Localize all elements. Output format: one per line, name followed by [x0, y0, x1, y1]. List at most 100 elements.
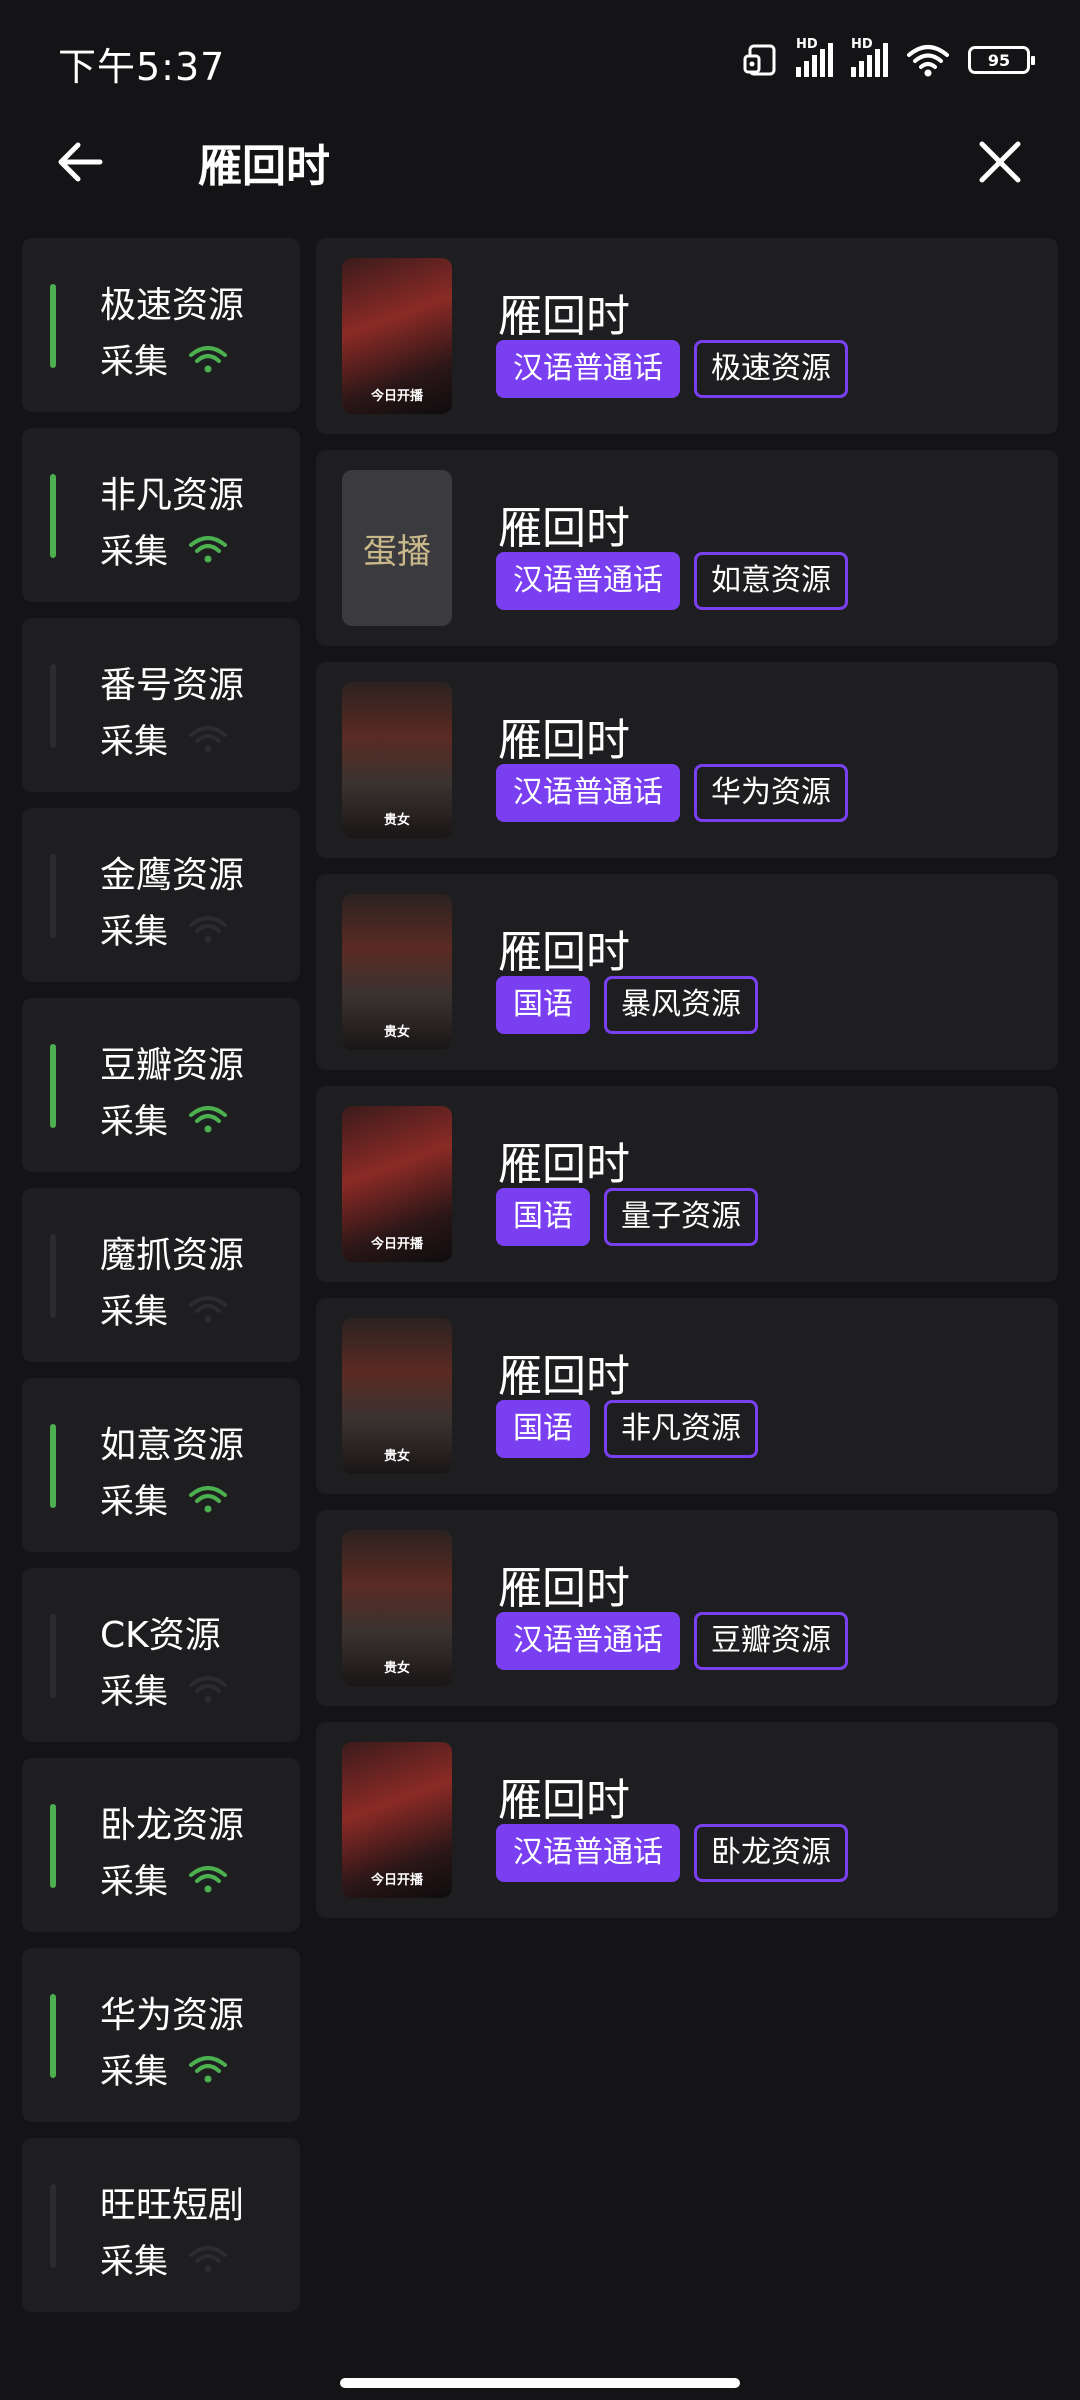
tag-row: 汉语普通话 华为资源 — [496, 764, 848, 822]
sidebar-item-sub: 采集 — [100, 2044, 228, 2093]
poster-caption: 贵女 — [383, 1449, 410, 1464]
tag-row: 国语 量子资源 — [496, 1188, 758, 1246]
result-card[interactable]: 蛋播 雁回时 汉语普通话 如意资源 — [316, 450, 1058, 646]
language-tag: 国语 — [496, 1400, 590, 1458]
wifi-icon — [189, 535, 227, 562]
collect-label: 采集 — [100, 1672, 168, 1712]
collect-label: 采集 — [100, 1292, 168, 1332]
sidebar-item-label: CK资源 — [100, 1615, 221, 1656]
result-card[interactable]: 贵女 雁回时 汉语普通话 豆瓣资源 — [316, 1510, 1058, 1706]
poster-image: 贵女 — [342, 894, 452, 1050]
result-card[interactable]: 今日开播 雁回时 汉语普通话 卧龙资源 — [316, 1722, 1058, 1918]
sidebar-item[interactable]: 金鹰资源 采集 — [22, 808, 300, 982]
sidebar-item-sub: 采集 — [100, 1094, 228, 1143]
collect-label: 采集 — [100, 1482, 168, 1522]
sidebar-item-label: 番号资源 — [100, 665, 245, 706]
wifi-icon — [189, 1675, 227, 1702]
wifi-icon — [189, 1485, 227, 1512]
poster-image: 今日开播 — [342, 1106, 452, 1262]
collect-label: 采集 — [100, 2052, 168, 2092]
tag-row: 国语 非凡资源 — [496, 1400, 758, 1458]
collect-label: 采集 — [100, 722, 168, 762]
sidebar-item[interactable]: 卧龙资源 采集 — [22, 1758, 300, 1932]
language-tag: 汉语普通话 — [496, 1612, 680, 1670]
poster-caption: 贵女 — [383, 1661, 410, 1676]
sidebar-item-label: 卧龙资源 — [100, 1805, 245, 1846]
sidebar-item[interactable]: CK资源采集 — [22, 1568, 300, 1742]
status-indicator — [50, 1424, 56, 1508]
status-indicator — [50, 284, 56, 368]
sidebar-item-sub: 采集 — [100, 1284, 228, 1333]
status-icons: HD HD 95 — [742, 37, 1035, 78]
sidebar-item[interactable]: 豆瓣资源 采集 — [22, 998, 300, 1172]
source-tag: 量子资源 — [604, 1188, 758, 1246]
sidebar-item-label: 豆瓣资源 — [100, 1045, 245, 1086]
status-indicator — [50, 1804, 56, 1888]
result-card[interactable]: 贵女 雁回时 国语 暴风资源 — [316, 874, 1058, 1070]
sidebar-item-sub: 采集 — [100, 524, 228, 573]
sidebar-item[interactable]: 华为资源 采集 — [22, 1948, 300, 2122]
sidebar-item-label: 金鹰资源 — [100, 855, 245, 896]
poster-caption: 今日开播 — [370, 1873, 423, 1888]
wifi-icon — [189, 1865, 227, 1892]
poster-caption: 蛋播 — [363, 531, 431, 572]
poster-image: 贵女 — [342, 1530, 452, 1686]
sidebar-item-sub: 采集 — [100, 714, 228, 763]
poster-caption: 今日开播 — [370, 1237, 423, 1252]
status-indicator — [50, 1044, 56, 1128]
status-indicator — [50, 664, 56, 748]
sidebar-item-sub: 采集 — [100, 904, 228, 953]
collect-label: 采集 — [100, 2242, 168, 2282]
wifi-icon — [189, 345, 227, 372]
sidebar-item[interactable]: 旺旺短剧 采集 — [22, 2138, 300, 2312]
source-tag: 华为资源 — [694, 764, 848, 822]
result-card[interactable]: 今日开播 雁回时 汉语普通话 极速资源 — [316, 238, 1058, 434]
sidebar-item-sub: 采集 — [100, 1664, 228, 1713]
language-tag: 汉语普通话 — [496, 1824, 680, 1882]
language-tag: 国语 — [496, 976, 590, 1034]
page-title: 雁回时 — [198, 141, 330, 192]
wifi-icon — [189, 2055, 227, 2082]
status-indicator — [50, 2184, 56, 2268]
cell-signal-2-icon: HD — [851, 37, 888, 77]
poster-caption: 贵女 — [383, 813, 410, 828]
result-card[interactable]: 贵女 雁回时 汉语普通话 华为资源 — [316, 662, 1058, 858]
source-tag: 极速资源 — [694, 340, 848, 398]
source-tag: 如意资源 — [694, 552, 848, 610]
sidebar-item-label: 华为资源 — [100, 1995, 245, 2036]
wifi-icon — [189, 915, 227, 942]
tag-row: 汉语普通话 卧龙资源 — [496, 1824, 848, 1882]
poster-image: 贵女 — [342, 1318, 452, 1474]
back-arrow-icon[interactable] — [50, 132, 110, 192]
wifi-status-icon — [907, 45, 949, 77]
status-indicator — [50, 474, 56, 558]
collect-label: 采集 — [100, 1102, 168, 1142]
sidebar-item-label: 极速资源 — [100, 285, 245, 326]
sidebar-item-label: 如意资源 — [100, 1425, 245, 1466]
source-sidebar: 极速资源 采集 非凡资源 采集 番号资源 采集 金鹰资源 采集 豆瓣资源 采集 魔抓资源 采集 如意资源… — [22, 238, 300, 2358]
collect-label: 采集 — [100, 532, 168, 572]
status-indicator — [50, 854, 56, 938]
wifi-icon — [189, 2245, 227, 2272]
sidebar-item[interactable]: 如意资源 采集 — [22, 1378, 300, 1552]
poster-image: 蛋播 — [342, 470, 452, 626]
sidebar-item-sub: 采集 — [100, 1474, 228, 1523]
sidebar-item[interactable]: 番号资源 采集 — [22, 618, 300, 792]
home-indicator[interactable] — [340, 2378, 740, 2388]
status-time: 下午5:37 — [58, 45, 226, 89]
tag-row: 汉语普通话 极速资源 — [496, 340, 848, 398]
result-card[interactable]: 贵女 雁回时 国语 非凡资源 — [316, 1298, 1058, 1494]
collect-label: 采集 — [100, 1862, 168, 1902]
close-icon[interactable] — [972, 134, 1028, 190]
result-title: 雁回时 — [498, 1139, 630, 1190]
sidebar-item[interactable]: 非凡资源 采集 — [22, 428, 300, 602]
result-card[interactable]: 今日开播 雁回时 国语 量子资源 — [316, 1086, 1058, 1282]
sidebar-item[interactable]: 极速资源 采集 — [22, 238, 300, 412]
wifi-icon — [189, 725, 227, 752]
language-tag: 国语 — [496, 1188, 590, 1246]
sidebar-item[interactable]: 魔抓资源 采集 — [22, 1188, 300, 1362]
poster-caption: 贵女 — [383, 1025, 410, 1040]
language-tag: 汉语普通话 — [496, 340, 680, 398]
result-title: 雁回时 — [498, 1775, 630, 1826]
sidebar-item-sub: 采集 — [100, 2234, 228, 2283]
